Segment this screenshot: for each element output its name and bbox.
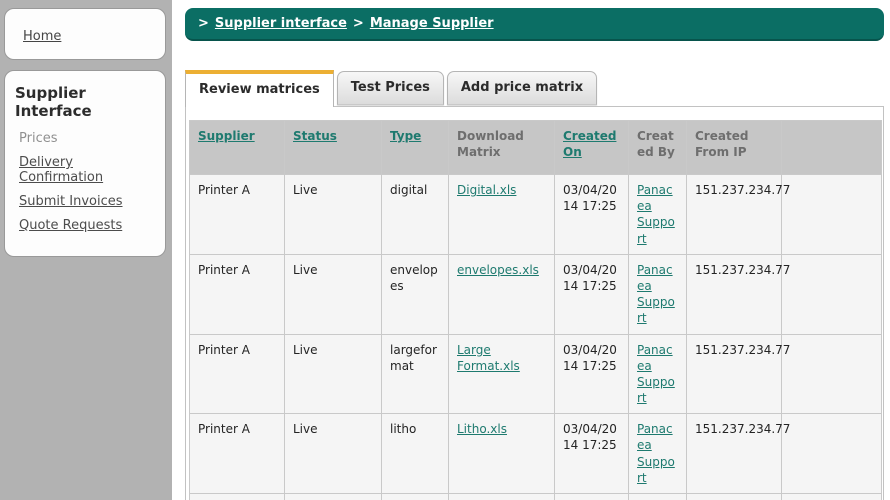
type-cell: litho <box>381 413 449 494</box>
column-created-by: Created By <box>628 120 687 175</box>
download-matrix-link[interactable]: Litho.xls <box>457 422 507 436</box>
type-cell: digital <box>381 174 449 255</box>
created-from-ip-cell: 151.237.234.77 <box>686 333 790 415</box>
supplier-cell: Printer A <box>189 333 285 415</box>
supplier-cell: Printer A <box>189 174 285 255</box>
home-box: Home <box>4 8 166 60</box>
breadcrumb-separator: > <box>352 16 364 31</box>
tab-add-price-matrix[interactable]: Add price matrix <box>446 71 598 105</box>
tab-test-prices[interactable]: Test Prices <box>336 71 444 105</box>
download-matrix-link[interactable]: envelopes.xls <box>457 263 539 277</box>
actions-cell <box>781 174 882 255</box>
sidebar-item-submit-invoices[interactable]: Submit Invoices <box>19 194 155 209</box>
main-content: > Supplier interface > Manage Supplier R… <box>185 8 884 500</box>
actions-cell <box>781 413 882 494</box>
price-matrices-table: Supplier Status Type Download Matrix Cre… <box>189 120 882 500</box>
created-from-ip-cell: 151.237.234.77 <box>686 413 790 494</box>
created-on-cell: 03/04/2014 17:26 <box>554 493 629 500</box>
actions-cell <box>781 493 882 500</box>
supplier-interface-nav: Supplier Interface Prices Delivery Confi… <box>4 70 166 257</box>
table-row: Printer A Live digital Digital.xls 03/04… <box>189 174 882 255</box>
sidebar-item-prices[interactable]: Prices <box>19 131 155 146</box>
sidebar-title: Supplier Interface <box>15 84 92 120</box>
status-cell: Live <box>284 493 382 500</box>
column-sort-type[interactable]: Type <box>390 129 421 143</box>
created-from-ip-cell: 151.237.234.77 <box>686 253 790 335</box>
supplier-cell: Printer A <box>189 493 285 500</box>
sidebar: Home Supplier Interface Prices Delivery … <box>0 0 172 500</box>
breadcrumb: > Supplier interface > Manage Supplier <box>185 8 884 41</box>
breadcrumb-supplier-interface[interactable]: Supplier interface <box>215 16 347 31</box>
created-on-cell: 03/04/2014 17:25 <box>554 174 629 255</box>
supplier-cell: Printer A <box>189 413 285 494</box>
tab-bar: Review matrices Test Prices Add price ma… <box>185 70 884 107</box>
type-cell: largeformat <box>381 333 449 415</box>
created-on-cell: 03/04/2014 17:25 <box>554 413 629 494</box>
table-row: Printer A Live prepress prepress.xls 03/… <box>189 493 882 500</box>
tab-review-matrices[interactable]: Review matrices <box>185 70 334 107</box>
content-panel: Supplier Status Type Download Matrix Cre… <box>185 106 884 500</box>
created-on-cell: 03/04/2014 17:25 <box>554 253 629 335</box>
column-download-matrix: Download Matrix <box>448 120 555 175</box>
supplier-cell: Printer A <box>189 253 285 335</box>
table-row: Printer A Live litho Litho.xls 03/04/201… <box>189 413 882 494</box>
breadcrumb-separator: > <box>198 16 209 31</box>
sidebar-item-quote-requests[interactable]: Quote Requests <box>19 218 155 233</box>
actions-cell <box>781 253 882 335</box>
created-by-link[interactable]: Panacea Support <box>637 183 675 246</box>
column-sort-supplier[interactable]: Supplier <box>198 129 255 143</box>
download-matrix-link[interactable]: Digital.xls <box>457 183 516 197</box>
actions-cell <box>781 333 882 415</box>
breadcrumb-manage-supplier[interactable]: Manage Supplier <box>370 16 494 31</box>
column-sort-status[interactable]: Status <box>293 129 337 143</box>
created-on-cell: 03/04/2014 17:25 <box>554 333 629 415</box>
created-from-ip-cell: 151.237.234.77 <box>686 493 782 500</box>
table-row: Printer A Live envelopes envelopes.xls 0… <box>189 253 882 335</box>
column-actions <box>781 120 882 175</box>
table-row: Printer A Live largeformat Large Format.… <box>189 333 882 415</box>
type-cell: envelopes <box>381 253 449 335</box>
created-by-link[interactable]: Panacea Support <box>637 343 675 406</box>
status-cell: Live <box>284 174 382 255</box>
column-created-from-ip: Created From IP <box>686 120 782 175</box>
created-from-ip-cell: 151.237.234.77 <box>686 174 790 255</box>
status-cell: Live <box>284 333 382 415</box>
column-sort-created-on[interactable]: Created On <box>563 129 616 159</box>
download-matrix-link[interactable]: Large Format.xls <box>457 343 520 373</box>
home-link[interactable]: Home <box>23 29 61 44</box>
type-cell: prepress <box>381 493 449 500</box>
sidebar-item-delivery-confirmation[interactable]: Delivery Confirmation <box>19 155 155 185</box>
created-by-link[interactable]: Panacea Support <box>637 422 675 485</box>
status-cell: Live <box>284 413 382 494</box>
status-cell: Live <box>284 253 382 335</box>
created-by-link[interactable]: Panacea Support <box>637 263 675 326</box>
table-header-row: Supplier Status Type Download Matrix Cre… <box>189 120 882 175</box>
